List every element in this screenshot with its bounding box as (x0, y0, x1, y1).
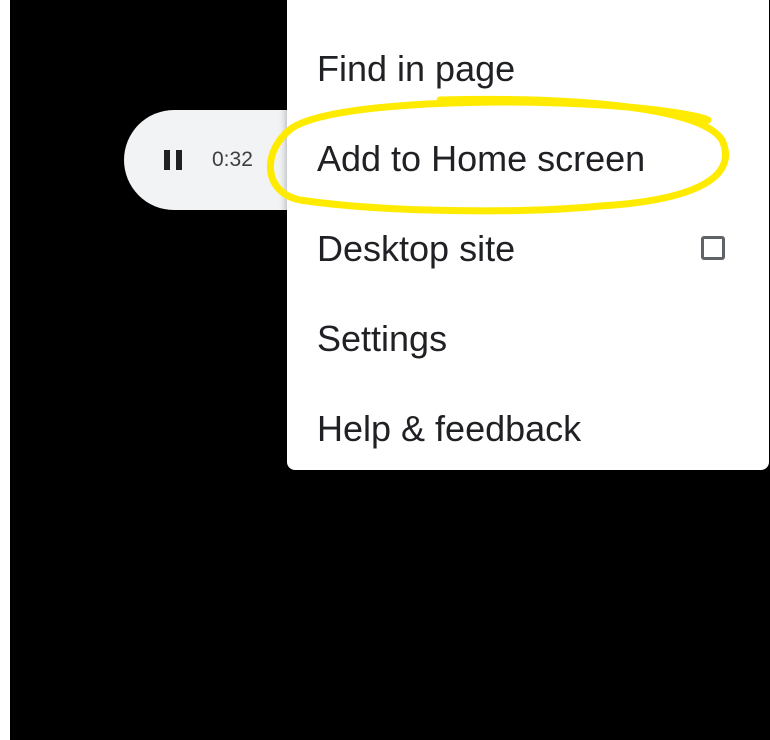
overflow-menu: Find in page Add to Home screen Desktop … (287, 0, 769, 470)
pause-icon[interactable] (164, 150, 184, 170)
menu-item-desktop-site[interactable]: Desktop site (287, 204, 769, 294)
menu-item-label: Desktop site (317, 228, 516, 269)
menu-item-settings[interactable]: Settings (287, 294, 769, 384)
menu-item-find-in-page[interactable]: Find in page (287, 24, 769, 114)
menu-item-help-feedback[interactable]: Help & feedback (287, 384, 769, 474)
desktop-site-checkbox[interactable] (701, 236, 725, 260)
menu-item-label: Find in page (317, 48, 516, 89)
menu-item-label: Add to Home screen (317, 138, 646, 179)
menu-item-add-to-home-screen[interactable]: Add to Home screen (287, 114, 769, 204)
media-time: 0:32 (212, 148, 253, 171)
menu-item-label: Settings (317, 318, 448, 359)
menu-item-label: Help & feedback (317, 408, 582, 449)
